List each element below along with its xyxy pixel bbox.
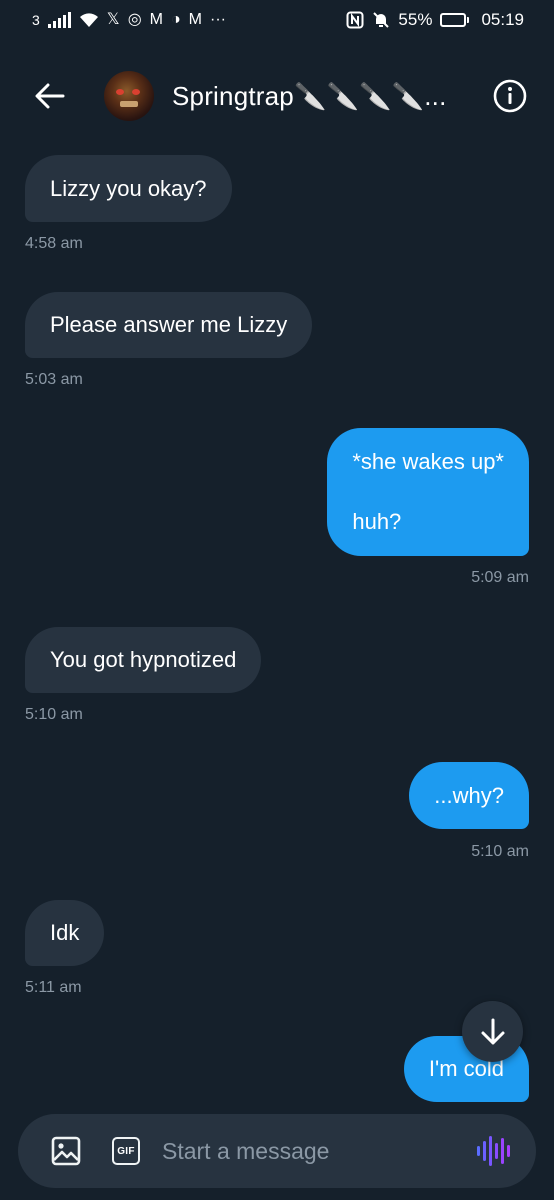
more-notifications-icon: ··· [209, 11, 226, 28]
contact-name[interactable]: Springtrap🔪🔪🔪🔪... [172, 81, 457, 112]
gmail-icon: M [149, 11, 163, 28]
arrow-left-icon [35, 83, 65, 109]
contact-avatar[interactable] [104, 71, 154, 121]
voice-message-button[interactable] [477, 1135, 510, 1167]
message-text-line: *she wakes up* [352, 449, 504, 474]
message-text-line: huh? [352, 509, 402, 534]
status-right: 55% 05:19 [346, 10, 524, 30]
message-timestamp: 4:58 am [25, 235, 83, 252]
message-bubble-incoming[interactable]: Lizzy you okay? [25, 155, 232, 222]
battery-icon [440, 13, 470, 27]
scroll-to-bottom-button[interactable] [462, 1001, 523, 1062]
message-text: You got hypnotized [50, 647, 237, 672]
mute-bell-icon [372, 11, 390, 29]
message-timestamp: 5:10 am [25, 706, 83, 723]
message-bubble-incoming[interactable]: Please answer me Lizzy [25, 292, 313, 358]
voice-wave-icon [477, 1135, 510, 1167]
sim-indicator: 3 [32, 12, 40, 28]
status-left: 3 𝕏 ◎ M ◑ M ··· [32, 12, 226, 28]
message-timestamp: 5:11 am [25, 979, 82, 996]
arrow-down-icon [481, 1018, 504, 1044]
message-bubble-outgoing[interactable]: *she wakes up* huh? [327, 428, 529, 556]
message-bubble-outgoing[interactable]: ...why? [409, 762, 529, 829]
app-notification-icon: ◑ [170, 11, 181, 28]
nfc-icon [346, 11, 364, 29]
message-input[interactable] [162, 1137, 477, 1165]
info-icon [493, 79, 527, 113]
conversation-header: Springtrap🔪🔪🔪🔪... [0, 58, 554, 134]
message-bubble-incoming[interactable]: You got hypnotized [25, 627, 262, 693]
media-button[interactable] [50, 1135, 82, 1167]
info-button[interactable] [488, 74, 532, 118]
message-timestamp: 5:03 am [25, 371, 83, 388]
clock: 05:19 [481, 10, 524, 29]
message-text: ...why? [434, 782, 504, 808]
battery-percent: 55% [398, 10, 433, 29]
signal-icon [47, 12, 71, 28]
message-text: Please answer me Lizzy [50, 312, 288, 337]
message-timestamp: 5:09 am [471, 569, 529, 586]
gmail-icon-2: M [188, 11, 202, 28]
back-button[interactable] [30, 76, 70, 116]
instagram-icon: ◎ [127, 11, 142, 28]
message-text: Lizzy you okay? [50, 175, 207, 201]
gif-button[interactable]: GIF [112, 1137, 140, 1165]
message-timestamp: 5:10 am [471, 843, 529, 860]
x-app-icon: 𝕏 [106, 11, 120, 28]
message-bubble-incoming[interactable]: Idk [25, 900, 105, 966]
message-composer: GIF [18, 1114, 536, 1188]
status-bar: 3 𝕏 ◎ M ◑ M ··· 55% 05:19 [0, 0, 554, 40]
message-text: Idk [50, 920, 80, 945]
image-icon [51, 1136, 81, 1166]
wifi-icon [79, 12, 99, 28]
